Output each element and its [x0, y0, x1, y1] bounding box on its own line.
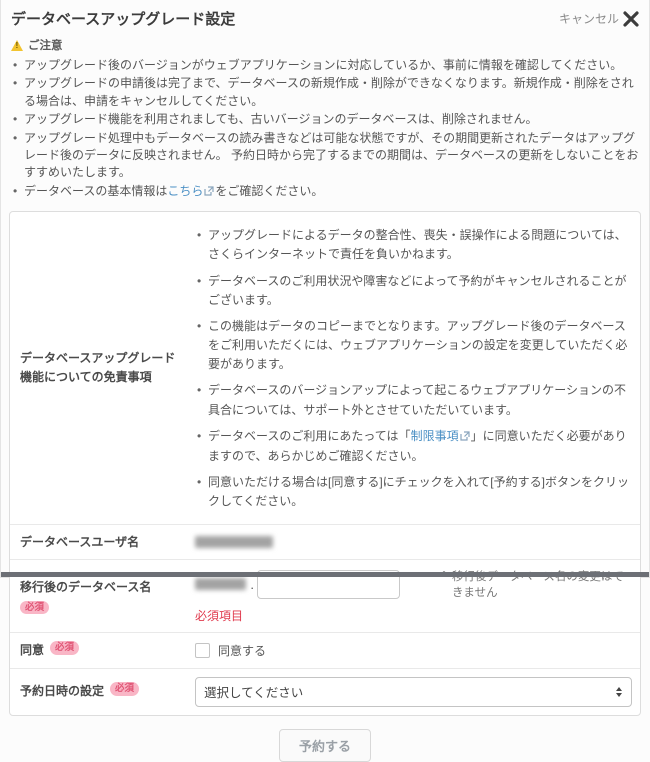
required-badge: 必須: [20, 601, 49, 615]
disclaimer-item: アップグレードによるデータの整合性、喪失・誤操作による問題については、さくらイン…: [195, 226, 630, 264]
warning-icon: [11, 40, 23, 51]
agree-checkbox[interactable]: [195, 643, 210, 658]
restrictions-link[interactable]: 制限事項: [411, 429, 459, 443]
cancel-button[interactable]: キャンセル: [559, 10, 639, 27]
db-name-label: 移行後のデータベース名: [20, 578, 181, 597]
agree-label: 同意: [20, 641, 44, 660]
disclaimer-label: データベースアップグレード機能についての免責事項: [10, 212, 187, 523]
disclaimer-item: データベースのご利用状況や障害などによって予約がキャンセルされることがございます…: [195, 272, 630, 310]
notice-section: ご注意 アップグレード後のバージョンがウェブアプリケーションに対応しているか、事…: [1, 31, 649, 201]
db-name-prefix-redacted: [195, 578, 246, 590]
notice-item-text: データベースの基本情報は: [24, 184, 167, 198]
notice-item-text: をご確認ください。: [215, 184, 323, 198]
external-link-icon: [204, 184, 214, 201]
page-title: データベースアップグレード設定: [11, 8, 235, 29]
disclaimer-item: この機能はデータのコピーまでとなります。アップグレード後のデータベースをご利用い…: [195, 317, 630, 375]
required-badge: 必須: [110, 682, 139, 696]
db-user-value-redacted: [195, 536, 273, 548]
notice-item: アップグレード処理中もデータベースの読み書きなどは可能な状態ですが、その期間更新…: [11, 130, 639, 182]
db-user-label: データベースユーザ名: [10, 525, 187, 560]
select-updown-icon: [616, 687, 622, 697]
upgrade-form-table: データベースアップグレード機能についての免責事項 アップグレードによるデータの整…: [9, 211, 641, 716]
agree-row: 同意 必須 同意する: [10, 633, 640, 669]
reservation-datetime-select[interactable]: 選択してください: [195, 677, 632, 707]
notice-item: アップグレード機能を利用されましても、古いバージョンのデータベースは、削除されま…: [11, 111, 639, 128]
disclaimer-item: データベースのご利用にあたっては「制限事項」に同意いただく必要がありますので、あ…: [195, 427, 630, 466]
external-link-icon: [460, 428, 470, 447]
dialog-header: データベースアップグレード設定 キャンセル: [1, 0, 649, 31]
required-field-error: 必須項目: [195, 607, 632, 624]
dialog-footer: 予約する: [1, 716, 649, 762]
schedule-row: 予約日時の設定 必須 選択してください: [10, 669, 640, 715]
notice-item: データベースの基本情報はこちらをご確認ください。: [11, 183, 639, 201]
basic-info-link[interactable]: こちら: [167, 184, 203, 198]
select-value: 選択してください: [204, 682, 303, 701]
required-badge: 必須: [50, 641, 79, 655]
db-name-separator: .: [250, 577, 254, 592]
disclaimer-item-text: データベースのご利用にあたっては「: [208, 429, 411, 443]
agree-checkbox-label: 同意する: [218, 642, 266, 659]
cancel-label: キャンセル: [559, 10, 619, 27]
notice-list: アップグレード後のバージョンがウェブアプリケーションに対応しているか、事前に情報…: [11, 57, 639, 201]
disclaimer-item: 同意いただける場合は[同意する]にチェックを入れて[予約する]ボタンをクリックし…: [195, 473, 630, 511]
reserve-button[interactable]: 予約する: [279, 729, 371, 762]
disclaimer-item: データベースのバージョンアップによって起こるウェブアプリケーションの不具合につい…: [195, 381, 630, 419]
db-user-row: データベースユーザ名: [10, 525, 640, 561]
disclaimer-row: データベースアップグレード機能についての免責事項 アップグレードによるデータの整…: [10, 212, 640, 524]
disclaimer-list: アップグレードによるデータの整合性、喪失・誤操作による問題については、さくらイン…: [195, 226, 630, 511]
bottom-edge-bar: [1, 572, 649, 577]
notice-title: ご注意: [28, 37, 63, 53]
schedule-label: 予約日時の設定: [20, 682, 104, 701]
close-icon[interactable]: [623, 11, 639, 27]
notice-item: アップグレードの申請後は完了まで、データベースの新規作成・削除ができなくなります…: [11, 75, 639, 110]
notice-item: アップグレード後のバージョンがウェブアプリケーションに対応しているか、事前に情報…: [11, 57, 639, 74]
